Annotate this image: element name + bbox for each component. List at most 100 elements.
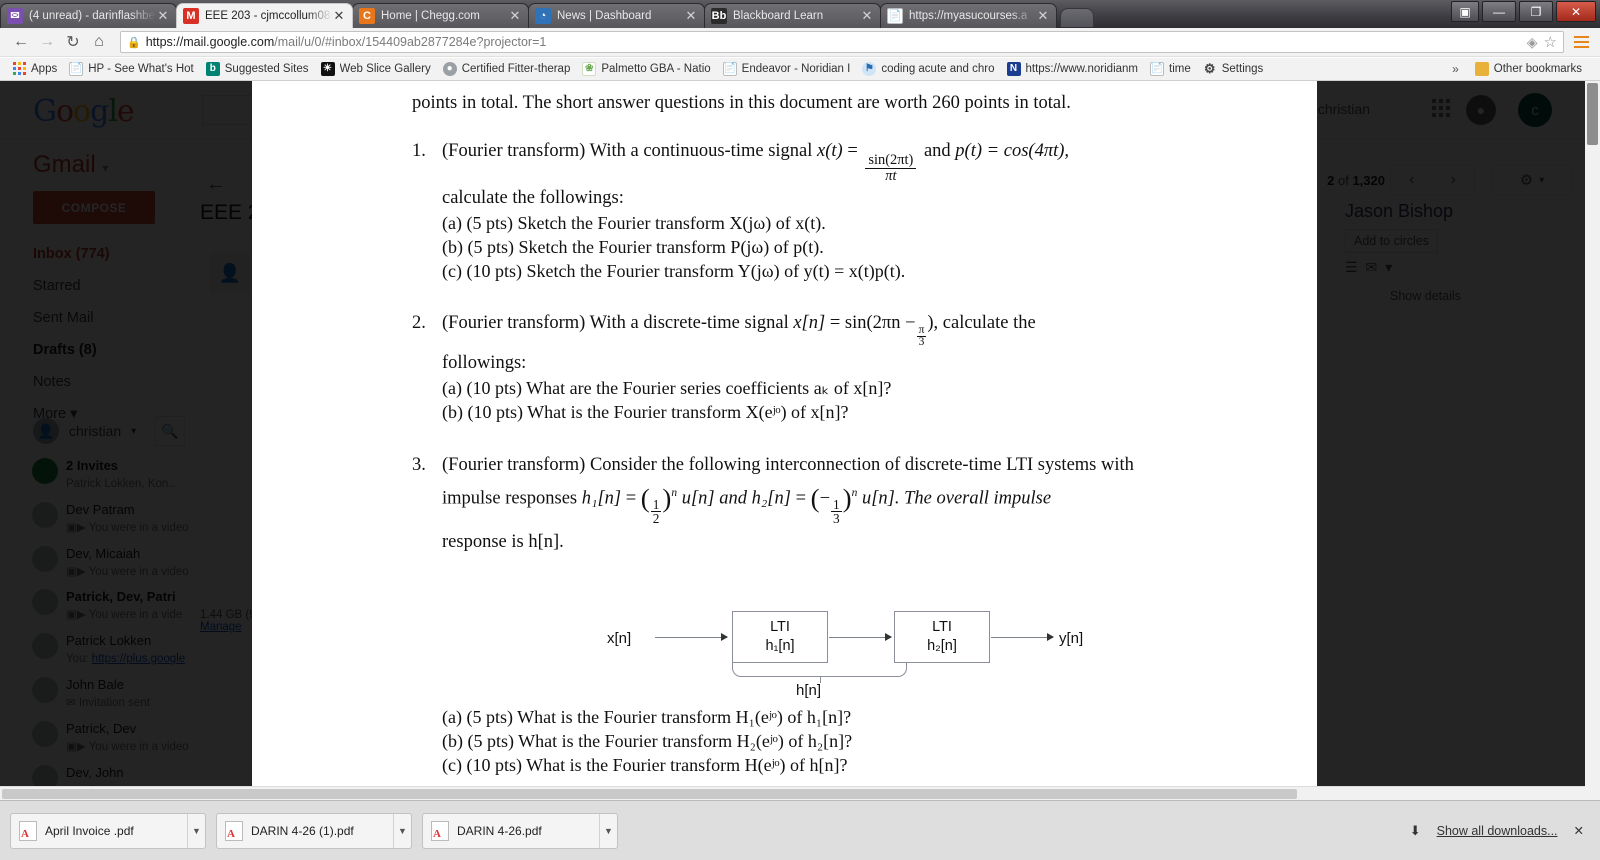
add-to-circles-button[interactable]: Add to circles	[1345, 229, 1439, 253]
bookmark-label: https://www.noridianm	[1025, 62, 1139, 75]
bookmark-label: time	[1169, 62, 1191, 75]
q1-sub-item: (c) (10 pts) Sketch the Fourier transfor…	[442, 261, 906, 282]
gmail-nav-item[interactable]: Inbox (774)	[33, 238, 223, 270]
browser-tab[interactable]: ◔ News | Dashboard ✕	[528, 3, 705, 28]
gmail-nav-item[interactable]: Starred	[33, 270, 223, 302]
bookmark-item[interactable]: Apps	[6, 60, 63, 78]
prev-message-icon[interactable]: ‹	[1391, 166, 1433, 194]
page-icon: 📄	[722, 61, 737, 76]
browser-tab[interactable]: 📄 https://myasucourses.a ✕	[880, 3, 1057, 28]
restore-button[interactable]: ❐	[1519, 1, 1553, 22]
compose-button[interactable]: COMPOSE	[33, 191, 155, 224]
gmail-nav-item[interactable]: Drafts (8)	[33, 334, 223, 366]
gmail-nav-item[interactable]: Sent Mail	[33, 302, 223, 334]
sender-action-icons[interactable]: ☰✉▾	[1345, 259, 1400, 276]
tab-close-icon[interactable]: ✕	[684, 8, 698, 24]
arrow-1	[655, 633, 728, 641]
chat-list-item[interactable]: Patrick Lokken You: https://plus.google	[30, 628, 240, 672]
vertical-scrollbar[interactable]	[1585, 81, 1600, 800]
chevron-down-icon[interactable]: ▼	[599, 813, 617, 848]
pdf-page: points in total. The short answer questi…	[252, 81, 1317, 793]
chat-snippet: ▣▶ You were in a video	[66, 565, 189, 578]
manage-storage-link[interactable]: Manage	[200, 621, 256, 633]
bookmark-item[interactable]: ⚑ coding acute and chro	[856, 60, 1000, 78]
q1-lead: (Fourier transform) With a continuous-ti…	[442, 140, 1070, 184]
chat-list-item[interactable]: Patrick, Dev ▣▶ You were in a video	[30, 716, 240, 760]
gmail-icon: M	[183, 8, 199, 24]
tab-close-icon[interactable]: ✕	[1036, 8, 1050, 24]
close-shelf-icon[interactable]: ✕	[1574, 823, 1584, 838]
next-message-icon[interactable]: ›	[1433, 166, 1475, 194]
reload-icon[interactable]: ↻	[60, 30, 86, 54]
tab-close-icon[interactable]: ✕	[508, 8, 522, 24]
bookmark-item[interactable]: b Suggested Sites	[200, 60, 315, 78]
tab-close-icon[interactable]: ✕	[332, 8, 346, 24]
avatar[interactable]: c	[1518, 93, 1552, 127]
chat-list-item[interactable]: Dev, Micaiah ▣▶ You were in a video	[30, 541, 240, 585]
browser-tab[interactable]: M EEE 203 - cjmccollum08@ ✕	[176, 3, 353, 28]
chat-list-item[interactable]: 2 Invites Patrick Lokken, Kon..	[30, 453, 240, 497]
user-switch-button[interactable]: ▣	[1451, 1, 1479, 22]
chat-list-item[interactable]: John Bale ✉ Invitation sent	[30, 672, 240, 716]
bookmark-item[interactable]: 📄 HP - See What's Hot	[63, 60, 200, 78]
gmail-brand[interactable]: Gmail ▾	[33, 151, 108, 179]
url-host: https://mail.google.com	[145, 35, 275, 49]
settings-gear-button[interactable]: ⚙ ▾	[1492, 165, 1572, 195]
horizontal-scrollbar-thumb[interactable]	[2, 789, 1297, 799]
other-bookmarks-button[interactable]: Other bookmarks	[1469, 60, 1588, 78]
extension-icon[interactable]: ◈	[1527, 34, 1538, 51]
bookmarks-overflow-icon[interactable]: »	[1452, 62, 1459, 76]
chrome-menu-icon[interactable]	[1570, 31, 1592, 53]
chevron-down-icon[interactable]: ▼	[393, 813, 411, 848]
bookmark-item[interactable]: ☀ Web Slice Gallery	[315, 60, 437, 78]
mail-icon: ✉	[7, 8, 23, 24]
browser-tab[interactable]: C Home | Chegg.com ✕	[352, 3, 529, 28]
tab-title: News | Dashboard	[557, 10, 652, 22]
folder-icon	[1474, 61, 1489, 76]
forward-icon[interactable]: →	[34, 30, 60, 54]
bookmark-label: Web Slice Gallery	[339, 62, 431, 75]
minimize-button[interactable]: —	[1482, 1, 1516, 22]
bookmark-star-icon[interactable]: ☆	[1544, 33, 1557, 51]
show-details-link[interactable]: Show details	[1390, 289, 1461, 303]
bookmarks-bar: Apps 📄 HP - See What's Hot b Suggested Sites…	[0, 57, 1600, 81]
chat-link[interactable]: https://plus.google	[92, 653, 185, 665]
bookmark-label: Settings	[1221, 62, 1264, 75]
browser-tab[interactable]: Bb Blackboard Learn ✕	[704, 3, 881, 28]
download-item[interactable]: DARIN 4-26 (1).pdf ▼	[216, 812, 412, 849]
chat-list-item[interactable]: Dev Patram ▣▶ You were in a video	[30, 497, 240, 541]
q3-line2: impulse responses h₁[n] = ( 1 2 )n u[n] …	[442, 482, 1052, 527]
address-bar[interactable]: 🔒 https://mail.google.com /mail/u/0/#inb…	[120, 31, 1564, 53]
tab-close-icon[interactable]: ✕	[156, 8, 170, 24]
tab-close-icon[interactable]: ✕	[860, 8, 874, 24]
browser-tab[interactable]: ✉ (4 unread) - darinflashberg ✕	[0, 3, 177, 28]
close-button[interactable]: ✕	[1556, 1, 1596, 22]
show-all-downloads-link[interactable]: Show all downloads...	[1437, 824, 1558, 838]
chevron-down-icon[interactable]: ▼	[187, 813, 205, 848]
vertical-scrollbar-thumb[interactable]	[1587, 83, 1598, 145]
q3-sub-item: (a) (5 pts) What is the Fourier transfor…	[442, 706, 852, 727]
notifications-bell-icon[interactable]: ●	[1466, 95, 1496, 125]
fraction: 1 3	[831, 497, 842, 527]
apps-grid-icon	[12, 61, 26, 76]
back-to-inbox-icon[interactable]: ←	[206, 173, 226, 196]
back-icon[interactable]: ←	[8, 30, 34, 54]
download-item[interactable]: DARIN 4-26.pdf ▼	[422, 812, 618, 849]
new-tab-button[interactable]	[1060, 8, 1094, 27]
download-filename: DARIN 4-26 (1).pdf	[251, 823, 354, 838]
chat-snippet: You: https://plus.google	[66, 653, 186, 666]
apps-grid-icon[interactable]	[1432, 99, 1450, 117]
google-logo: Google	[33, 94, 135, 129]
chat-search-icon[interactable]: 🔍	[155, 416, 185, 446]
home-icon[interactable]: ⌂	[86, 30, 112, 54]
bookmark-item[interactable]: 📄 time	[1144, 60, 1197, 78]
bookmark-item[interactable]: ● Certified Fitter-therap	[437, 60, 577, 78]
bookmark-item[interactable]: 📄 Endeavor - Noridian I	[717, 60, 857, 78]
download-item[interactable]: April Invoice .pdf ▼	[10, 812, 206, 849]
horizontal-scrollbar[interactable]	[0, 786, 1600, 800]
gmail-nav-item[interactable]: Notes	[33, 366, 223, 398]
bookmark-item[interactable]: Nhttps://www.noridianm	[1001, 60, 1145, 78]
bookmark-item[interactable]: ❀ Palmetto GBA - Natio	[576, 60, 716, 78]
bookmark-item[interactable]: ⚙ Settings	[1197, 60, 1270, 78]
bookmark-label: Suggested Sites	[224, 62, 309, 75]
